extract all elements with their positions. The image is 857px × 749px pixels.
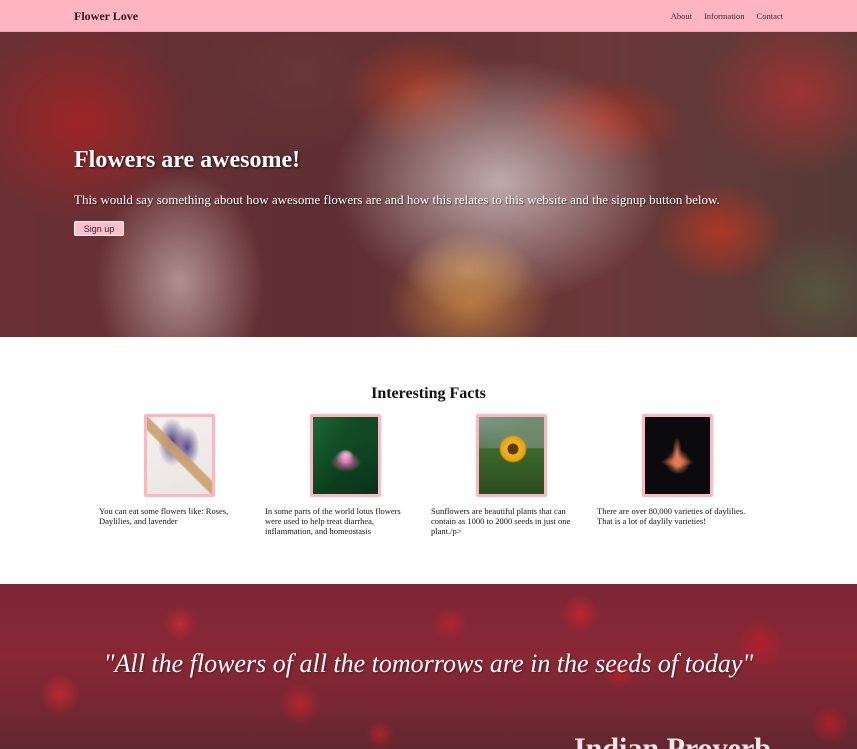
- hero-section: Flowers are awesome! This would say some…: [0, 32, 857, 337]
- lavender-bundle-image: [144, 414, 215, 497]
- hero-title: Flowers are awesome!: [74, 147, 301, 173]
- quote-section: "All the flowers of all the tomorrows ar…: [0, 584, 857, 749]
- facts-title: Interesting Facts: [371, 385, 486, 402]
- fact-text: You can eat some flowers like: Roses, Da…: [99, 506, 229, 526]
- brand-logo[interactable]: Flower Love: [74, 9, 138, 24]
- nav-link-contact[interactable]: Contact: [757, 11, 783, 21]
- fact-text: Sunflowers are beautiful plants that can…: [431, 506, 571, 536]
- sunflower-image: [476, 414, 547, 497]
- daylily-image: [642, 414, 713, 497]
- top-navbar: Flower Love About Information Contact: [0, 0, 857, 32]
- fact-text: In some parts of the world lotus flowers…: [265, 506, 401, 536]
- hero-description: This would say something about how aweso…: [74, 192, 720, 207]
- quote-text: "All the flowers of all the tomorrows ar…: [103, 649, 754, 678]
- signup-button[interactable]: Sign up: [74, 221, 124, 236]
- quote-author: Indian Proverb: [574, 732, 771, 749]
- hero-rose-background: [0, 32, 857, 337]
- nav-link-about[interactable]: About: [671, 11, 692, 21]
- fact-text: There are over 80,000 varieties of dayli…: [597, 506, 746, 526]
- lotus-flower-image: [310, 414, 381, 497]
- facts-section: Interesting Facts You can eat some flowe…: [0, 337, 857, 584]
- nav-link-information[interactable]: Information: [704, 11, 745, 21]
- nav-links: About Information Contact: [671, 11, 783, 21]
